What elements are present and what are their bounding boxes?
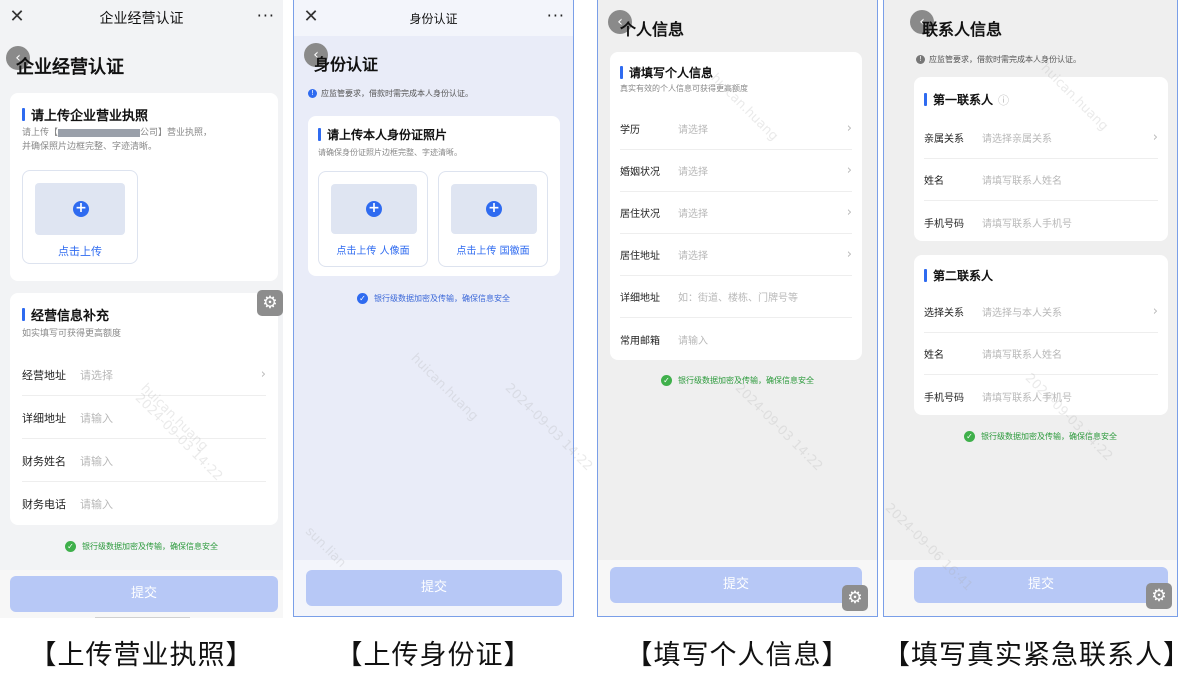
page-title: 企业经营认证: [16, 57, 124, 78]
business-info-card: 经营信息补充 如实填写可获得更高额度 经营地址 请选择 › 详细地址 请输入 财务姓名…: [10, 293, 278, 525]
license-upload-card: 请上传企业营业执照 请上传【 公司】营业执照， 并确保照片边框完整、字迹清晰。 +…: [10, 93, 278, 281]
form-row-detail-address[interactable]: 详细地址 请输入: [22, 397, 266, 439]
security-note: ✓ 银行级数据加密及传输，确保信息安全: [884, 431, 1177, 442]
section-title: 第一联系人 ⓘ: [924, 91, 1009, 108]
security-note: ✓ 银行级数据加密及传输，确保信息安全: [598, 375, 877, 386]
security-note: ✓ 银行级数据加密及传输，确保信息安全: [0, 541, 283, 552]
nav-title: 企业经营认证: [99, 11, 184, 27]
page-title: 个人信息: [620, 20, 685, 39]
regulatory-notice: ! 应监管要求，借款时需完成本人身份认证。: [308, 88, 473, 99]
form-row-finance-phone[interactable]: 财务电话 请输入: [22, 483, 266, 525]
chevron-right-icon: ›: [1152, 304, 1158, 319]
form-row-education[interactable]: 学历 请选择 ›: [620, 108, 852, 150]
form-row-contact-name[interactable]: 姓名 请填写联系人姓名: [924, 333, 1158, 375]
form-row-residence-address[interactable]: 居住地址 请选择 ›: [620, 234, 852, 276]
submit-button[interactable]: 提交: [10, 576, 278, 612]
plus-icon: +: [486, 201, 502, 217]
license-desc: 请上传【 公司】营业执照， 并确保照片边框完整、字迹清晰。: [22, 128, 213, 152]
form-row-relation[interactable]: 亲属关系 请选择亲属关系 ›: [924, 117, 1158, 159]
page-title: 联系人信息: [922, 20, 1003, 39]
form-row-contact-phone[interactable]: 手机号码 请填写联系人手机号: [924, 201, 1158, 243]
caption-upload-license: 【上传营业执照】: [29, 640, 254, 671]
form-row-business-address[interactable]: 经营地址 请选择 ›: [22, 354, 266, 396]
id-front-upload-button[interactable]: + 点击上传 人像面: [318, 171, 428, 267]
settings-gear-icon[interactable]: ⚙: [1146, 583, 1172, 609]
chevron-right-icon: ›: [846, 205, 852, 220]
chevron-right-icon: ›: [260, 367, 266, 382]
nav-bar: ✕ 身份认证 ···: [294, 0, 573, 36]
chevron-right-icon: ›: [846, 247, 852, 262]
submit-button[interactable]: 提交: [306, 570, 562, 606]
upload-label: 点击上传 人像面: [336, 246, 410, 257]
close-icon[interactable]: ✕: [8, 8, 26, 26]
section-title: 经营信息补充: [22, 305, 109, 324]
business-license-screen: ✕ 企业经营认证 ··· ‹ 企业经营认证 请上传企业营业执照 请上传【 公司】营…: [0, 0, 283, 618]
upload-label: 点击上传 国徽面: [456, 246, 530, 257]
section-desc: 请确保身份证照片边框完整、字迹清晰。: [318, 148, 462, 157]
submit-button[interactable]: 提交: [914, 567, 1168, 603]
screenshot-collage: ✕ 企业经营认证 ··· ‹ 企业经营认证 请上传企业营业执照 请上传【 公司】营…: [0, 0, 1178, 675]
form-row-relation[interactable]: 选择关系 请选择与本人关系 ›: [924, 291, 1158, 333]
home-indicator: [95, 617, 190, 618]
plus-icon: +: [366, 201, 382, 217]
caption-personal-info: 【填写个人信息】: [625, 640, 850, 671]
shield-icon: ✓: [964, 431, 975, 442]
contact-info-screen: ‹ 联系人信息 ! 应监管要求，借款时需完成本人身份认证。 第一联系人 ⓘ 亲属关系…: [883, 0, 1178, 617]
redacted-company-name: [58, 128, 141, 137]
form-row-detail-address[interactable]: 详细地址 如：街道、楼栋、门牌号等: [620, 276, 852, 318]
info-icon: !: [916, 55, 925, 64]
chevron-right-icon: ›: [846, 163, 852, 178]
section-title: 第二联系人: [924, 267, 993, 284]
page-title: 身份认证: [314, 55, 379, 74]
nav-bar: ✕ 企业经营认证 ···: [0, 0, 283, 36]
personal-info-screen: ‹ 个人信息 请填写个人信息 真实有效的个人信息可获得更高额度 学历 请选择 › 婚…: [597, 0, 878, 617]
chevron-right-icon: ›: [1152, 130, 1158, 145]
form-row-marital-status[interactable]: 婚姻状况 请选择 ›: [620, 150, 852, 192]
section-desc: 如实填写可获得更高额度: [22, 329, 122, 339]
license-upload-button[interactable]: + 点击上传: [22, 170, 138, 264]
first-contact-card: 第一联系人 ⓘ 亲属关系 请选择亲属关系 › 姓名 请填写联系人姓名 手机号码 请填写联系…: [914, 77, 1168, 241]
more-icon[interactable]: ···: [257, 6, 275, 25]
plus-icon: +: [73, 201, 89, 217]
help-icon: ⓘ: [998, 93, 1010, 107]
upload-label: 点击上传: [58, 245, 102, 258]
second-contact-card: 第二联系人 选择关系 请选择与本人关系 › 姓名 请填写联系人姓名 手机号码 请填写联系…: [914, 255, 1168, 415]
caption-emergency-contact: 【填写真实紧急联系人】: [883, 640, 1178, 671]
info-icon: !: [308, 89, 317, 98]
settings-gear-icon[interactable]: ⚙: [842, 585, 868, 611]
id-back-upload-button[interactable]: + 点击上传 国徽面: [438, 171, 548, 267]
form-row-contact-name[interactable]: 姓名 请填写联系人姓名: [924, 159, 1158, 201]
id-verification-screen: ✕ 身份认证 ··· ‹ 身份认证 ! 应监管要求，借款时需完成本人身份认证。 请…: [293, 0, 574, 617]
section-title: 请填写个人信息: [620, 64, 713, 81]
section-title: 请上传企业营业执照: [22, 105, 148, 124]
personal-info-card: 请填写个人信息 真实有效的个人信息可获得更高额度 学历 请选择 › 婚姻状况 请选择 ›…: [610, 52, 862, 360]
more-icon[interactable]: ···: [547, 6, 565, 25]
form-row-finance-name[interactable]: 财务姓名 请输入: [22, 440, 266, 482]
caption-upload-id: 【上传身份证】: [335, 640, 532, 671]
shield-icon: ✓: [661, 375, 672, 386]
submit-button[interactable]: 提交: [610, 567, 862, 603]
regulatory-notice: ! 应监管要求，借款时需完成本人身份认证。: [916, 54, 1081, 65]
nav-title: 身份认证: [409, 11, 458, 26]
id-upload-card: 请上传本人身份证照片 请确保身份证照片边框完整、字迹清晰。 + 点击上传 人像面…: [308, 116, 560, 276]
close-icon[interactable]: ✕: [302, 8, 320, 26]
form-row-residence-status[interactable]: 居住状况 请选择 ›: [620, 192, 852, 234]
shield-icon: ✓: [357, 293, 368, 304]
settings-gear-icon[interactable]: ⚙: [257, 290, 283, 316]
shield-icon: ✓: [65, 541, 76, 552]
form-row-email[interactable]: 常用邮箱 请输入: [620, 318, 852, 360]
chevron-right-icon: ›: [846, 121, 852, 136]
section-title: 请上传本人身份证照片: [318, 126, 447, 143]
section-desc: 真实有效的个人信息可获得更高额度: [620, 84, 748, 93]
form-row-contact-phone[interactable]: 手机号码 请填写联系人手机号: [924, 375, 1158, 417]
security-note: ✓ 银行级数据加密及传输，确保信息安全: [294, 293, 573, 304]
